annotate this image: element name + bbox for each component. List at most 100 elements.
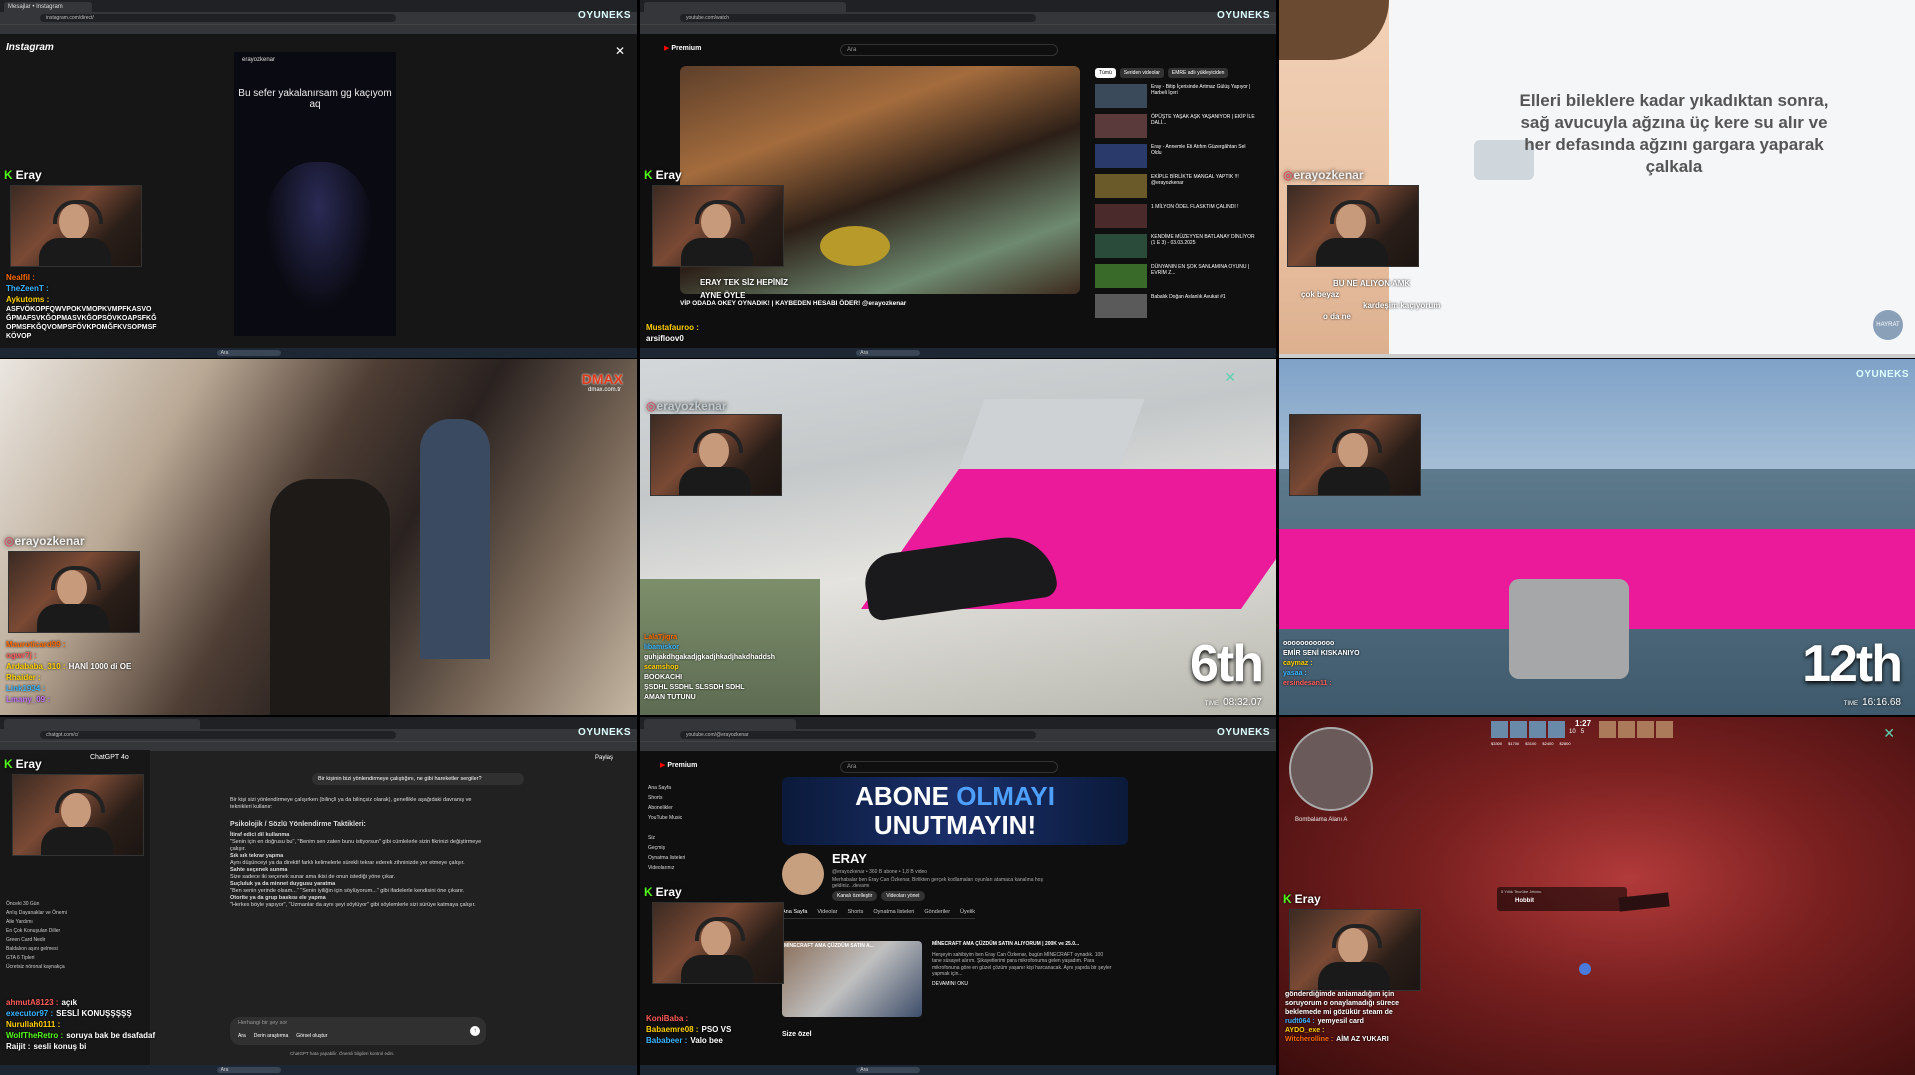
url-field[interactable]: instagram.com/direct/ xyxy=(40,14,397,22)
race-timer: TIME 16:16.68 xyxy=(1843,697,1901,708)
reel-user[interactable]: erayozkenar xyxy=(242,57,275,63)
watermark-logo: OYUNEKS xyxy=(578,727,631,738)
taskbar-search[interactable]: Ara xyxy=(216,1067,281,1073)
tab-shorts[interactable]: Shorts xyxy=(847,909,863,915)
browser-tab[interactable] xyxy=(644,719,722,729)
channel-description[interactable]: Merhabalar ben Eray Can Özkenar, Birlikt… xyxy=(832,877,1062,889)
show-person xyxy=(420,419,490,659)
round-timer: 1:27 xyxy=(1575,719,1592,728)
video-title: VİP ODADA OKEY OYNADIK! | KAYBEDEN HESAB… xyxy=(680,300,907,307)
history-item[interactable]: Green Card Nedir xyxy=(6,936,67,945)
related-item[interactable]: Eray - Bitip İçerisinde Artmaz Gülüş Yap… xyxy=(1095,84,1255,108)
instagram-handle: ◎erayozkenar xyxy=(4,534,85,548)
tab-membership[interactable]: Üyelik xyxy=(960,909,975,915)
related-thumbnail xyxy=(1095,144,1147,168)
channel-tabs: Ana Sayfa Videolar Shorts Oynatma listel… xyxy=(782,909,976,919)
youtube-search-input[interactable]: Ara xyxy=(840,44,1058,56)
nav-item-history[interactable]: Geçmiş xyxy=(648,843,685,853)
browser-tabbar xyxy=(640,0,1276,12)
instagram-logo[interactable]: Instagram xyxy=(6,42,54,53)
deep-research-button[interactable]: Derin araştırma xyxy=(254,1033,288,1039)
chat-line: AMAN TUTUNU xyxy=(644,694,696,701)
nav-item-you[interactable]: Siz xyxy=(648,833,685,843)
featured-video-title[interactable]: MİNECRAFT AMA ÇÜZDÜM SATIN ALIYORUM | 20… xyxy=(932,941,1112,948)
taskbar-search[interactable]: Ara xyxy=(856,1067,921,1073)
related-item[interactable]: Babalık Doğan Aslanlık Avukat #1 xyxy=(1095,294,1255,318)
show-person xyxy=(270,479,390,715)
history-item[interactable]: Aile Yardımı xyxy=(6,918,67,927)
related-item[interactable]: KENDİME MÜZEYYEN BATLANAY DİNLİYOR (1 E … xyxy=(1095,234,1255,258)
nav-item-home[interactable]: Ana Sayfa xyxy=(648,783,685,793)
chip[interactable]: Seriden videolar xyxy=(1119,68,1164,78)
browser-tab[interactable] xyxy=(4,719,72,729)
related-item[interactable]: 1 MİLYON ÖDEL FLASKTIM ÇALINDI ! xyxy=(1095,204,1255,228)
browser-tabbar xyxy=(0,717,637,729)
tab-posts[interactable]: Gönderiler xyxy=(924,909,950,915)
chip[interactable]: Tümü xyxy=(1095,68,1116,78)
close-icon[interactable]: ✕ xyxy=(615,44,625,58)
youtube-logo[interactable]: ▶ Premium xyxy=(664,44,701,52)
related-item[interactable]: EKİPLE BİRLİKTE MANGAL YAPTIK !!! @erayo… xyxy=(1095,174,1255,198)
history-item[interactable]: En Çok Konuşulan Diller xyxy=(6,927,67,936)
youtube-search-input[interactable]: Ara xyxy=(840,761,1058,773)
taskbar-search[interactable]: Ara xyxy=(856,350,921,356)
nav-item-music[interactable]: YouTube Music xyxy=(648,813,685,823)
search-tool-button[interactable]: Ara xyxy=(238,1033,246,1039)
customize-channel-button[interactable]: Kanalı özelleştir xyxy=(832,891,878,901)
history-item[interactable]: GTA 6 Tipleri xyxy=(6,954,67,963)
composer-input[interactable]: Herhangi bir şey sor xyxy=(238,1020,287,1026)
radar-minimap xyxy=(1289,727,1373,811)
related-thumbnail xyxy=(1095,294,1147,318)
channel-avatar[interactable] xyxy=(782,853,824,895)
related-item[interactable]: DÜNYANIN EN ŞOK SANLAMINA OYUNU | EVRİM … xyxy=(1095,264,1255,288)
chip[interactable]: EMRE adlı yükleyiciden xyxy=(1167,68,1229,78)
browser-tab[interactable] xyxy=(710,2,780,12)
nav-item-shorts[interactable]: Shorts xyxy=(648,793,685,803)
read-more-link[interactable]: DEVAMINI OKU xyxy=(932,981,1112,988)
url-field[interactable]: youtube.com/watch xyxy=(680,14,1036,22)
browser-tab[interactable] xyxy=(68,719,136,729)
browser-tabbar xyxy=(640,717,1276,729)
url-field[interactable]: youtube.com/@erayozkenar xyxy=(680,731,1036,739)
tab-playlists[interactable]: Oynatma listeleri xyxy=(873,909,914,915)
featured-video-thumbnail[interactable]: MİNECRAFT AMA ÇÜZDÜM SATIN A... xyxy=(782,941,922,1017)
list-item: Otorite ya da grup baskısı ele yapma "Her… xyxy=(230,895,476,908)
stream-chat: KoniBaba : Babaemre08 : PSO VS Bababeer :… xyxy=(646,1013,731,1046)
reel-player[interactable]: erayozkenar Bu sefer yakalanırsam gg kaç… xyxy=(234,52,396,336)
address-bar: youtube.com/@erayozkenar xyxy=(640,729,1276,741)
model-selector[interactable]: ChatGPT 4o xyxy=(90,754,129,761)
tile-fps-game: Bombalama Alanı A 1:27 10 5 $3300 $1700 $3… xyxy=(1279,717,1915,1075)
youtube-play-icon: ▶ xyxy=(664,45,670,52)
browser-tab[interactable] xyxy=(776,2,846,12)
nav-item-videos[interactable]: Videolarınız xyxy=(648,863,685,873)
assistant-message: Bir kişi sizi yönlendirmeye çalışırken (… xyxy=(230,797,490,909)
history-item[interactable]: Arılış Dayanaklar ve Önemi xyxy=(6,909,67,918)
manage-videos-button[interactable]: Videoları yönet xyxy=(881,891,925,901)
nav-item-subscriptions[interactable]: Abonelikler xyxy=(648,803,685,813)
taskbar-search[interactable]: Ara xyxy=(216,350,281,356)
channel-meta: @erayozkenar • 360 B abone • 1,8 B video xyxy=(832,869,928,875)
browser-tab[interactable] xyxy=(132,719,200,729)
url-field[interactable]: chatgpt.com/c/ xyxy=(40,731,397,739)
nav-item-playlists[interactable]: Oynatma listeleri xyxy=(648,853,685,863)
watermark-logo: OYUNEKS xyxy=(578,10,631,21)
video-progress-bar[interactable] xyxy=(1279,354,1915,358)
chat-line: Aykutoms : xyxy=(6,295,50,304)
chat-line: oooooooooooo xyxy=(1283,640,1335,647)
share-button[interactable]: Paylaş xyxy=(595,755,613,761)
history-item[interactable]: Baldalıon aşını gelmesi xyxy=(6,945,67,954)
browser-tab[interactable] xyxy=(718,719,796,729)
history-item[interactable]: Ücretsiz nöronal kaynakça xyxy=(6,963,67,972)
send-icon[interactable]: ↑ xyxy=(470,1026,480,1036)
image-tool-button[interactable]: Görsel oluştur xyxy=(296,1033,327,1039)
related-item[interactable]: Eray - Annemle Eti Atıfım Güzergâhtan Se… xyxy=(1095,144,1255,168)
related-item[interactable]: ÖPÜŞTE YAŞAK AŞK YAŞANIYOR | EKİP İLE DA… xyxy=(1095,114,1255,138)
tab-home[interactable]: Ana Sayfa xyxy=(782,909,807,915)
browser-tab[interactable]: Mesajlar • Instagram xyxy=(4,2,92,12)
player-portrait xyxy=(1510,721,1527,738)
taskbar: Ara xyxy=(640,1065,1276,1075)
youtube-logo[interactable]: ▶ Premium xyxy=(660,761,697,769)
tile-youtube-channel: youtube.com/@erayozkenar ▶ Premium Ara A… xyxy=(640,717,1276,1075)
browser-tab[interactable] xyxy=(644,2,714,12)
tab-videos[interactable]: Videolar xyxy=(817,909,837,915)
